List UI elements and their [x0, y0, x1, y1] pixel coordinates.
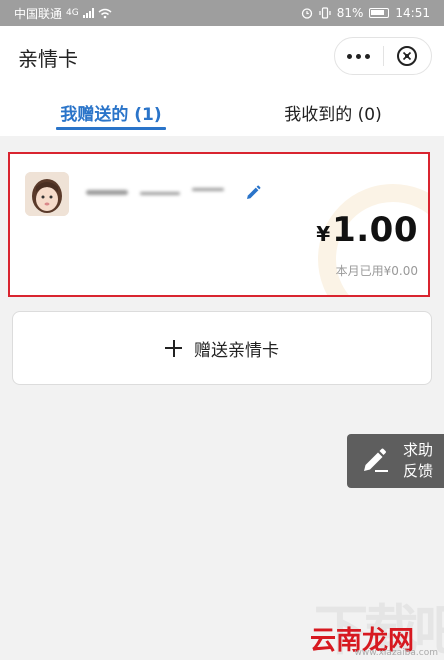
monthly-used-text: 本月已用¥0.00 [335, 264, 418, 278]
feedback-label: 反馈 [403, 462, 434, 480]
tab-sent[interactable]: 我赠送的 (1) [0, 88, 222, 136]
tab-received[interactable]: 我收到的 (0) [222, 88, 444, 136]
avatar [25, 172, 69, 216]
capsule-menu [334, 37, 432, 75]
recipient-name-redacted [82, 185, 237, 201]
edit-feedback-icon [364, 448, 388, 472]
site-watermark: 下载吧 云南龙网 www.xiazaiba.com [300, 580, 444, 660]
wifi-icon [98, 8, 112, 18]
amount-value: 1.00 [332, 210, 418, 250]
family-card[interactable]: ¥ 1.00 本月已用¥0.00 [8, 152, 430, 297]
tab-bar: 我赠送的 (1) 我收到的 (0) [0, 88, 444, 136]
gift-card-button[interactable]: 赠送亲情卡 [12, 311, 432, 385]
battery-percent: 81% [336, 6, 364, 20]
vibrate-icon [319, 7, 331, 19]
alarm-icon [301, 8, 312, 19]
help-feedback-button[interactable]: 求助 反馈 [347, 434, 444, 488]
battery-icon [369, 8, 390, 18]
help-label: 求助 [403, 441, 434, 459]
signal-icon [82, 8, 94, 18]
page-title: 亲情卡 [18, 47, 78, 71]
more-dots-icon[interactable] [335, 38, 383, 74]
card-amount: ¥ 1.00 [316, 210, 418, 250]
status-bar: 中国联通 4G 81% 14:51 [0, 0, 444, 26]
close-circle-icon[interactable] [383, 38, 431, 74]
plus-icon [165, 339, 182, 357]
watermark-url: www.xiazaiba.com [354, 648, 438, 658]
carrier-label: 中国联通 [14, 6, 63, 21]
network-label: 4G [66, 8, 79, 18]
title-bar: 亲情卡 [0, 26, 444, 88]
currency-symbol: ¥ [316, 222, 331, 246]
pencil-icon[interactable] [244, 184, 262, 202]
clock: 14:51 [395, 6, 430, 20]
gift-card-button-label: 赠送亲情卡 [194, 340, 279, 361]
